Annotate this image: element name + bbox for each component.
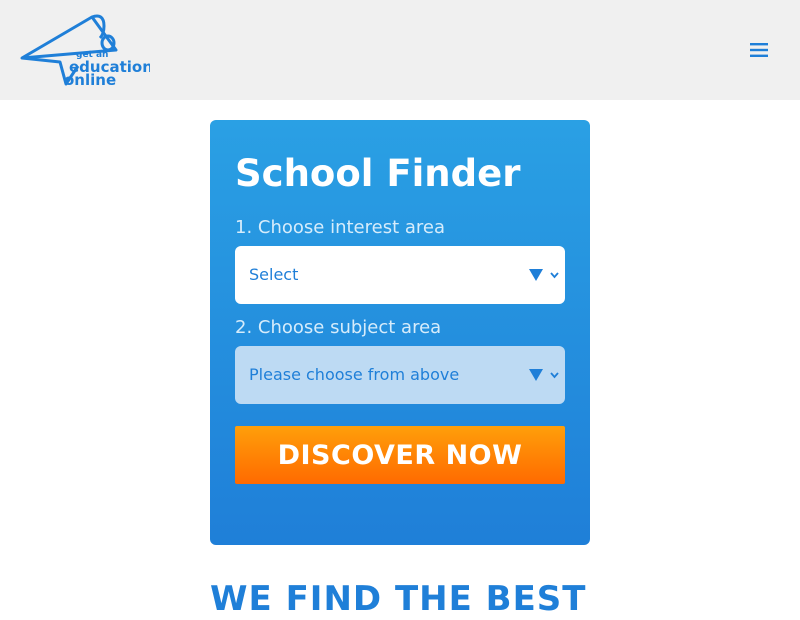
chevron-down-icon bbox=[550, 272, 559, 279]
dropdown-triangle-icon bbox=[529, 269, 543, 281]
graduation-cap-logo-icon: get an education online bbox=[20, 14, 150, 88]
tagline-heading: WE FIND THE BEST bbox=[210, 579, 587, 619]
chevron-down-icon bbox=[550, 372, 559, 379]
dropdown-triangle-icon bbox=[529, 369, 543, 381]
interest-area-label: 1. Choose interest area bbox=[235, 217, 445, 238]
subject-area-select[interactable]: Please choose from above bbox=[235, 346, 565, 404]
menu-button[interactable] bbox=[746, 38, 772, 62]
hamburger-menu-icon bbox=[750, 43, 768, 57]
discover-now-button[interactable]: DISCOVER NOW bbox=[235, 426, 565, 484]
site-header: get an education online bbox=[0, 0, 800, 100]
finder-title: School Finder bbox=[235, 152, 521, 195]
subject-area-label: 2. Choose subject area bbox=[235, 317, 442, 338]
interest-area-value: Select bbox=[249, 265, 299, 284]
svg-text:online: online bbox=[64, 71, 116, 88]
interest-area-select[interactable]: Select bbox=[235, 246, 565, 304]
subject-area-value: Please choose from above bbox=[249, 365, 460, 384]
school-finder-card: School Finder 1. Choose interest area Se… bbox=[210, 120, 590, 545]
site-logo[interactable]: get an education online bbox=[20, 14, 150, 88]
